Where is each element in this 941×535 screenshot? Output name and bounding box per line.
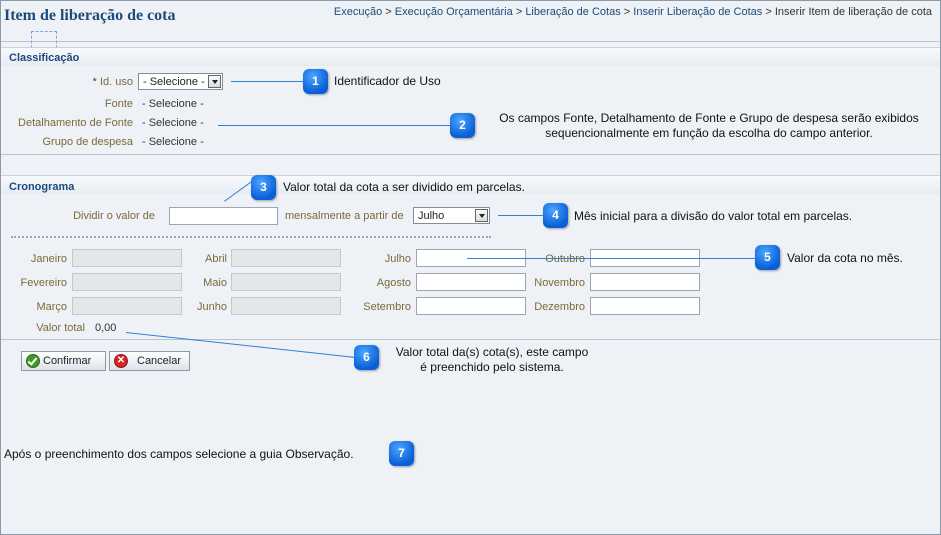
- callout-2-badge: 2: [450, 113, 475, 138]
- page-title: Item de liberação de cota: [4, 7, 176, 24]
- callout-1-text: Identificador de Uso: [334, 74, 441, 88]
- breadcrumb-separator: >: [515, 6, 523, 18]
- month-input-novembro[interactable]: [590, 273, 700, 291]
- callout-3-badge: 3: [251, 175, 276, 200]
- callout-6-text-line-2: é preenchido pelo sistema.: [420, 360, 564, 374]
- breadcrumb-item-liberacao-de-cotas[interactable]: Liberação de Cotas: [525, 6, 620, 18]
- close-icon: ✕: [114, 354, 128, 368]
- month-label-julho: Julho: [384, 253, 411, 265]
- header-divider: [1, 41, 940, 42]
- month-label-junho: Junho: [197, 301, 227, 313]
- month-label-fevereiro: Fevereiro: [20, 277, 67, 289]
- month-label-marco: Março: [36, 301, 67, 313]
- id-uso-select-value: - Selecione -: [143, 76, 205, 88]
- classificacao-section-bar: [1, 47, 940, 66]
- form-divider: [1, 339, 940, 340]
- month-input-fevereiro: [72, 273, 182, 291]
- mes-inicial-select[interactable]: Julho: [413, 207, 490, 224]
- mes-inicial-value: Julho: [418, 210, 445, 222]
- callout-4-line: [498, 215, 543, 216]
- breadcrumb-item-execucao[interactable]: Execução: [334, 6, 382, 18]
- chevron-down-icon[interactable]: [475, 209, 488, 222]
- valor-total-label: Valor total: [36, 322, 85, 334]
- month-input-dezembro[interactable]: [590, 297, 700, 315]
- page: Item de liberação de cota Execução > Exe…: [0, 0, 941, 535]
- month-input-abril: [231, 249, 341, 267]
- callout-1-badge: 1: [303, 69, 328, 94]
- fonte-label: Fonte: [104, 98, 133, 110]
- month-label-abril: Abril: [204, 253, 227, 265]
- dividir-valor-input[interactable]: [169, 207, 278, 225]
- callout-4-text: Mês inicial para a divisão do valor tota…: [574, 209, 853, 223]
- detalhamento-label: Detalhamento de Fonte: [18, 117, 133, 129]
- callout-5-text: Valor da cota no mês.: [787, 251, 903, 265]
- breadcrumb-separator: >: [765, 6, 772, 18]
- month-input-marco: [72, 297, 182, 315]
- cancel-button[interactable]: ✕ Cancelar: [109, 351, 190, 371]
- classificacao-title: Classificação: [9, 52, 80, 64]
- callout-2-text-line-1: Os campos Fonte, Detalhamento de Fonte e…: [499, 111, 919, 125]
- cronograma-title: Cronograma: [9, 181, 75, 193]
- callout-5-badge: 5: [755, 245, 780, 270]
- breadcrumb-item-current: Inserir Item de liberação de cota: [774, 6, 932, 18]
- valor-total-value: 0,00: [95, 322, 117, 334]
- required-mark: *: [92, 76, 97, 88]
- month-label-outubro: Outubro: [545, 253, 585, 265]
- callout-1-line: [231, 81, 303, 82]
- month-input-janeiro: [72, 249, 182, 267]
- chevron-down-icon[interactable]: [208, 75, 221, 88]
- month-label-setembro: Setembro: [363, 301, 411, 313]
- detalhamento-value: - Selecione -: [142, 117, 204, 129]
- breadcrumb-item-inserir-liberacao[interactable]: Inserir Liberação de Cotas: [633, 6, 762, 18]
- confirm-button[interactable]: Confirmar: [21, 351, 106, 371]
- callout-4-badge: 4: [543, 203, 568, 228]
- month-label-maio: Maio: [203, 277, 227, 289]
- id-uso-label: * Id. uso: [21, 76, 133, 88]
- month-input-setembro[interactable]: [416, 297, 526, 315]
- id-uso-label-text: Id. uso: [99, 76, 133, 88]
- dividir-label: Dividir o valor de: [73, 210, 155, 222]
- breadcrumb-item-execucao-orcamentaria[interactable]: Execução Orçamentária: [395, 6, 513, 18]
- breadcrumb: Execução > Execução Orçamentária > Liber…: [334, 6, 932, 18]
- confirm-button-label: Confirmar: [43, 355, 92, 367]
- callout-2-line: [218, 125, 450, 126]
- callout-2-text-line-2: sequencionalmente em função da escolha d…: [545, 126, 873, 140]
- mensal-label: mensalmente a partir de: [285, 210, 404, 222]
- callout-7-badge: 7: [389, 441, 414, 466]
- callout-3-text: Valor total da cota a ser dividido em pa…: [283, 180, 525, 194]
- check-icon: [26, 354, 40, 368]
- breadcrumb-separator: >: [385, 6, 392, 18]
- cancel-button-label: Cancelar: [137, 355, 182, 367]
- grupo-label: Grupo de despesa: [42, 136, 133, 148]
- callout-6-badge: 6: [354, 345, 379, 370]
- month-input-agosto[interactable]: [416, 273, 526, 291]
- callout-5-line: [467, 258, 755, 259]
- callout-7-text: Após o preenchimento dos campos selecion…: [4, 447, 354, 461]
- month-label-novembro: Novembro: [534, 277, 585, 289]
- id-uso-select[interactable]: - Selecione -: [138, 73, 223, 90]
- month-input-maio: [231, 273, 341, 291]
- month-label-dezembro: Dezembro: [534, 301, 585, 313]
- month-label-agosto: Agosto: [376, 277, 411, 289]
- month-input-junho: [231, 297, 341, 315]
- grupo-value: - Selecione -: [142, 136, 204, 148]
- fonte-value: - Selecione -: [142, 98, 204, 110]
- month-label-janeiro: Janeiro: [30, 253, 67, 265]
- classificacao-divider: [1, 154, 940, 155]
- callout-6-text-line-1: Valor total da(s) cota(s), este campo: [395, 345, 589, 359]
- dotted-divider: [11, 236, 491, 238]
- breadcrumb-separator: >: [623, 6, 631, 18]
